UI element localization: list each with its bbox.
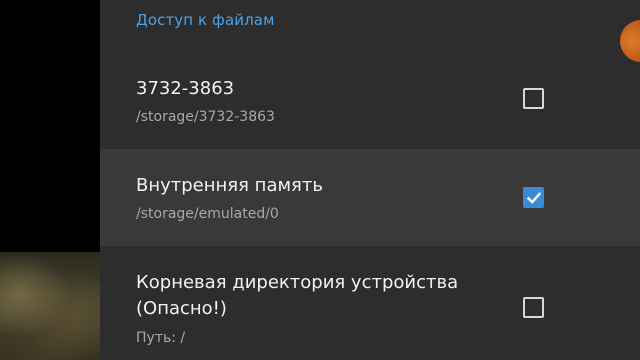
storage-item-path: Путь: / — [136, 330, 186, 346]
storage-item-title: 3732-3863 — [136, 78, 235, 99]
section-header: Доступ к файлам — [136, 11, 275, 29]
storage-item-path: /storage/emulated/0 — [136, 206, 279, 222]
storage-item-checkbox[interactable] — [523, 187, 544, 208]
storage-item-checkbox[interactable] — [523, 297, 544, 318]
storage-item-root-directory[interactable]: Корневая директория устройства (Опасно!)… — [100, 246, 640, 360]
file-access-panel: Доступ к файлам 3732-3863 /storage/3732-… — [100, 0, 640, 360]
storage-item-title-line2: (Опасно!) — [136, 298, 227, 319]
storage-item-internal-memory[interactable]: Внутренняя память /storage/emulated/0 — [100, 149, 640, 246]
storage-item-title: Внутренняя память — [136, 175, 323, 196]
storage-item-sd-card[interactable]: 3732-3863 /storage/3732-3863 — [100, 52, 640, 149]
storage-item-checkbox[interactable] — [523, 88, 544, 109]
screen: Доступ к файлам 3732-3863 /storage/3732-… — [0, 0, 640, 360]
checkmark-icon — [526, 192, 542, 204]
storage-item-path: /storage/3732-3863 — [136, 109, 275, 125]
background-image — [0, 252, 100, 360]
storage-item-title-line1: Корневая директория устройства — [136, 272, 459, 293]
